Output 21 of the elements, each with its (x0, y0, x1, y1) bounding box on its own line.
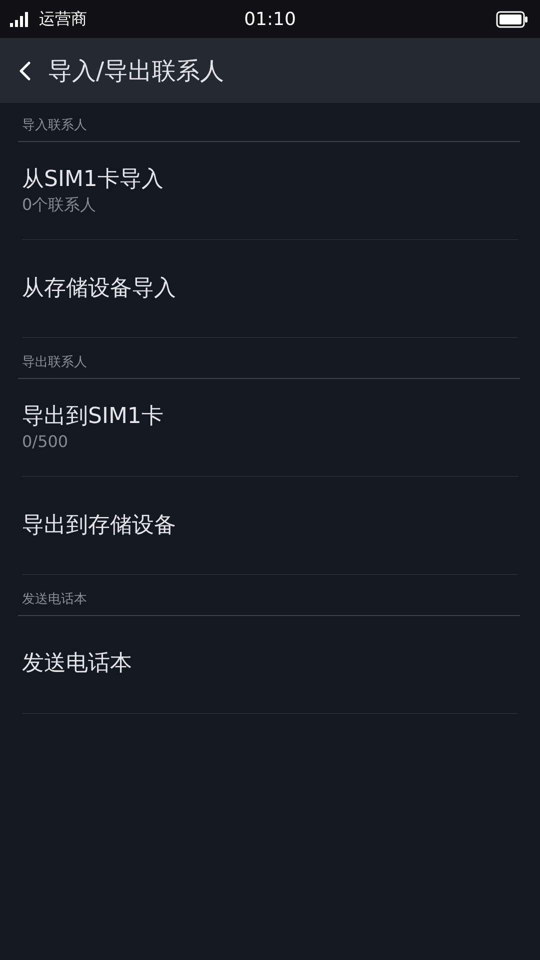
item-title: 从SIM1卡导入 (22, 166, 164, 194)
section-header: 导出联系人 (22, 354, 88, 372)
item-subtitle: 0/500 (22, 430, 70, 452)
item-title: 发送电话本 (22, 650, 133, 678)
carrier-name: 运营商 (39, 8, 87, 30)
list-item[interactable]: 发送电话本 (22, 615, 518, 714)
section-header: 发送电话本 (22, 591, 88, 609)
clock: 01:10 (244, 8, 296, 32)
list-item[interactable]: 从存储设备导入 (22, 240, 518, 338)
battery-icon (496, 10, 528, 28)
back-icon (19, 60, 31, 80)
item-title: 导出到存储设备 (22, 512, 177, 540)
list-item[interactable]: 导出到存储设备 (22, 477, 518, 575)
list-item[interactable]: 导出到SIM1卡 0/500 (22, 379, 518, 477)
list-item[interactable]: 从SIM1卡导入 0个联系人 (22, 142, 518, 240)
item-subtitle: 0个联系人 (22, 194, 98, 216)
item-title: 从存储设备导入 (22, 274, 177, 302)
signal-icon (10, 11, 31, 27)
section-header: 导入联系人 (22, 117, 88, 135)
item-title: 导出到SIM1卡 (22, 402, 164, 430)
page-title: 导入/导出联系人 (48, 56, 224, 86)
